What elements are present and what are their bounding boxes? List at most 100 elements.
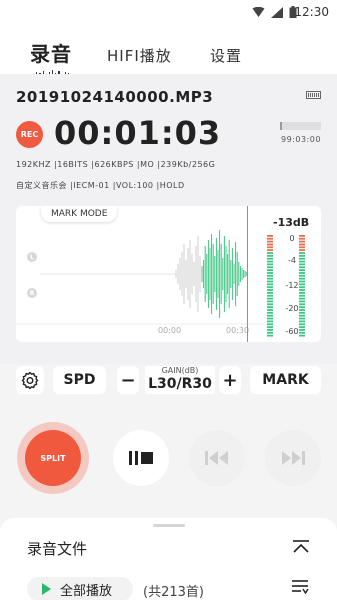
controls-row: SPD − GAIN(dB) L30/R30 + MARK (0, 366, 337, 396)
list-sort-icon[interactable] (291, 579, 309, 595)
split-button-label: SPLIT (25, 430, 81, 486)
mark-button[interactable]: MARK (250, 366, 321, 394)
meter-segment (267, 254, 273, 257)
meter-segment (299, 317, 305, 320)
meter-scale-label: -20 (285, 304, 298, 313)
meter-segment (299, 286, 305, 289)
level-meter: 0 -4 -12 -20 -60 (267, 234, 305, 337)
play-all-label: 全部播放 (60, 583, 113, 599)
meter-segment (267, 323, 273, 326)
meter-segment (299, 260, 305, 263)
tab-settings[interactable]: 设置 (210, 45, 242, 66)
meter-segment (299, 272, 305, 274)
meter-segment (299, 289, 305, 291)
wifi-icon (252, 6, 265, 17)
next-button[interactable] (265, 430, 321, 486)
meter-segment (299, 314, 305, 317)
meter-segment (299, 303, 305, 306)
mark-mode-label[interactable]: MARK MODE (41, 206, 118, 222)
meter-segment (267, 249, 273, 252)
meter-segment (299, 237, 305, 240)
meter-segment (267, 286, 273, 289)
tab-record[interactable]: 录音 (30, 38, 72, 67)
meter-segment (267, 283, 273, 286)
meter-segment (299, 249, 305, 252)
gear-icon (21, 371, 39, 389)
recording-panel: 20191024140000.MP3 REC 00:01:03 99:03:00… (0, 74, 337, 364)
meter-scale-label: -4 (288, 256, 296, 265)
meter-segment (299, 331, 305, 334)
left-channel-label: L (27, 252, 37, 262)
meter-segment (299, 326, 305, 328)
meter-segment (299, 235, 305, 237)
meter-scale-label: 0 (289, 234, 294, 243)
files-title: 录音文件 (27, 540, 88, 558)
device-specs: 自定义音乐会 |IECM-01 |VOL:100 |HOLD (16, 181, 185, 190)
tab-hifi-playback[interactable]: HIFI播放 (107, 45, 172, 66)
file-count: (共213首) (143, 585, 204, 600)
signal-icon (271, 6, 283, 18)
meter-segment (267, 329, 273, 331)
meter-segment (299, 297, 305, 300)
meter-segment (267, 300, 273, 303)
playhead-line[interactable] (247, 206, 248, 342)
meter-segment (267, 277, 273, 280)
previous-button[interactable] (189, 430, 245, 486)
sheet-drag-handle[interactable] (153, 524, 185, 527)
play-all-button[interactable]: 全部播放 (27, 577, 133, 600)
meter-segment (267, 243, 273, 246)
split-button[interactable]: SPLIT (17, 422, 89, 494)
status-bar: 12:30 (0, 0, 337, 26)
meter-segment (299, 283, 305, 286)
status-icons (252, 6, 297, 18)
meter-segment (299, 306, 305, 309)
recording-timer: 00:01:03 (54, 114, 222, 152)
meter-segment (267, 294, 273, 297)
meter-scale-label: -12 (285, 281, 298, 290)
expand-up-icon[interactable] (292, 540, 310, 554)
rec-indicator: REC (16, 121, 43, 148)
right-channel-label: R (27, 288, 37, 298)
meter-segment (299, 292, 305, 294)
gain-value: L30/R30 (148, 376, 212, 392)
storage-progress-bar (280, 122, 321, 130)
meter-segment (267, 303, 273, 306)
format-specs: 192KHZ |16BITS |626KBPS |MO |239Kb/256G (16, 160, 216, 169)
meter-scale-label: -60 (285, 327, 298, 336)
meter-segment (299, 309, 305, 311)
meter-segment (267, 326, 273, 328)
meter-segment (299, 243, 305, 246)
record-pause-icon (129, 451, 153, 465)
meter-segment (267, 274, 273, 277)
meter-segment (267, 306, 273, 309)
meter-segment (267, 246, 273, 249)
meter-segment (299, 266, 305, 269)
top-tabs: 录音 HIFI播放 设置 (0, 26, 337, 76)
gain-display: GAIN(dB) L30/R30 (145, 366, 215, 394)
meter-segment (267, 317, 273, 320)
speed-button[interactable]: SPD (53, 366, 106, 394)
skip-forward-icon (282, 451, 305, 465)
waveform-panel: MARK MODE L R 00:00 00:30 -13dB 0 -4 -12 -2… (16, 206, 321, 342)
recording-files-sheet[interactable]: 录音文件 全部播放 (共213首) (0, 518, 337, 600)
meter-segment (299, 252, 305, 254)
time-tick-1: 00:30 (226, 326, 250, 335)
meter-segment (299, 329, 305, 331)
gain-title: GAIN(dB) (161, 366, 199, 375)
meter-segment (299, 240, 305, 243)
meter-segment (267, 235, 273, 237)
settings-button[interactable] (16, 366, 44, 394)
meter-segment (267, 269, 273, 271)
meter-segment (299, 274, 305, 277)
meter-segment (267, 331, 273, 334)
meter-segment (299, 311, 305, 314)
record-pause-button[interactable] (113, 430, 169, 486)
gain-increase-button[interactable]: + (219, 366, 241, 394)
meter-segment (267, 263, 273, 266)
meter-segment (267, 289, 273, 291)
gain-decrease-button[interactable]: − (117, 366, 139, 394)
meter-segment (299, 320, 305, 323)
meter-segment (299, 277, 305, 280)
meter-segment (299, 294, 305, 297)
meter-segment (299, 269, 305, 271)
